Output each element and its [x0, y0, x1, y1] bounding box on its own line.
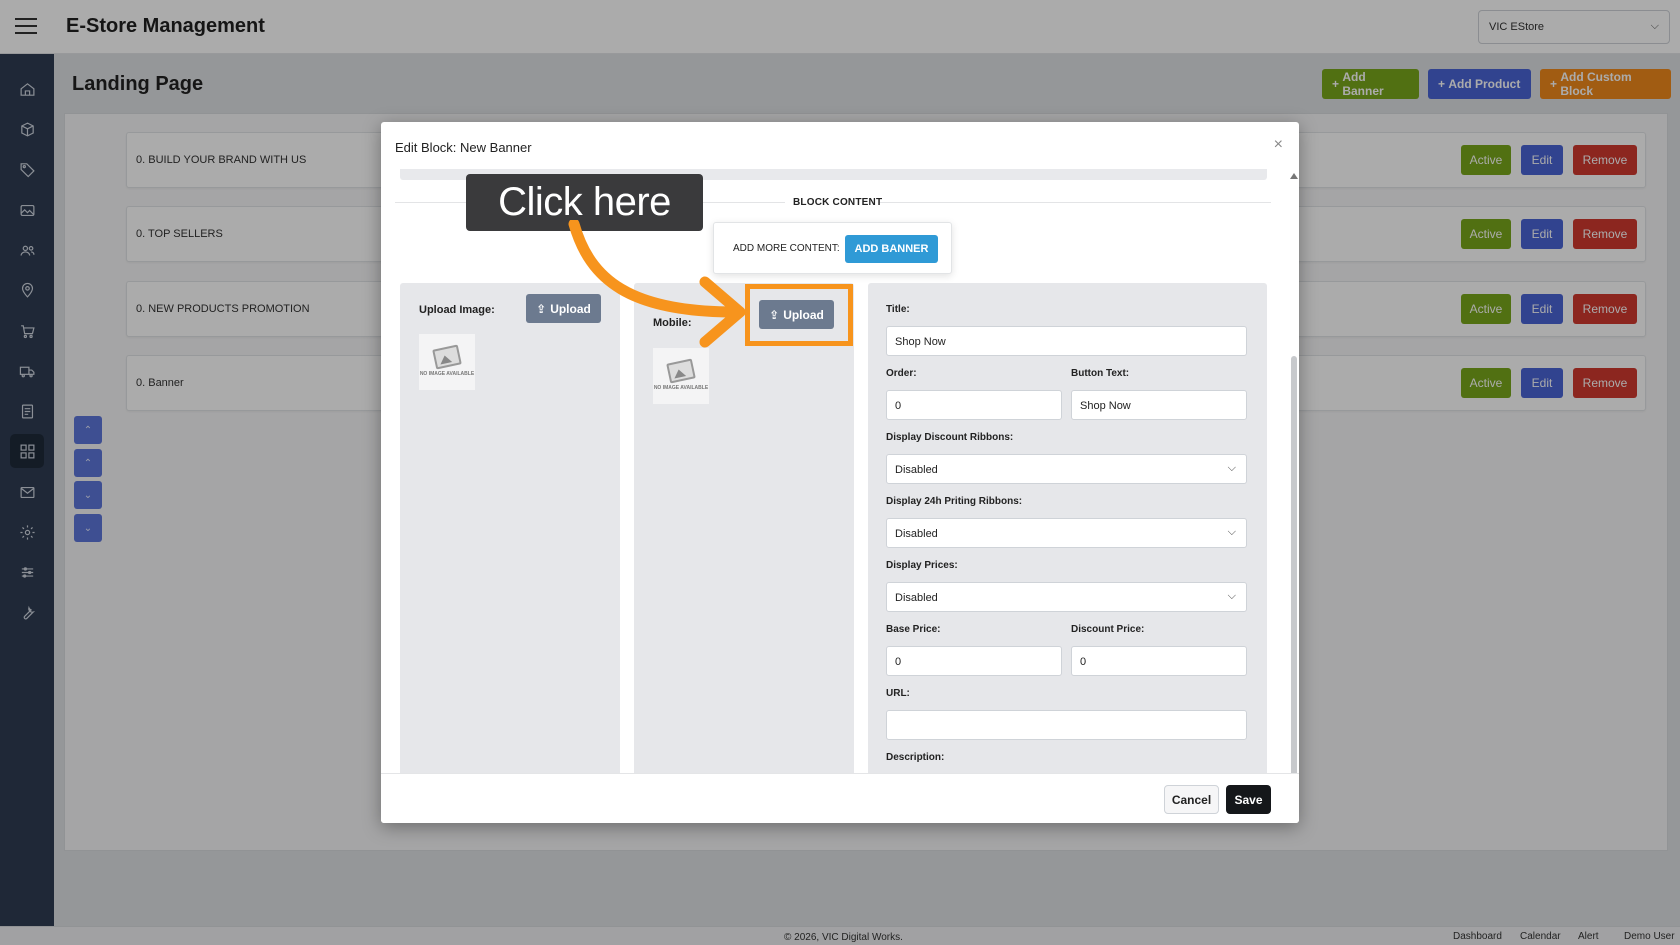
- order-input[interactable]: 0: [886, 390, 1062, 420]
- display-prices-label: Display Prices:: [886, 560, 958, 571]
- save-button[interactable]: Save: [1226, 785, 1271, 814]
- button-text-label: Button Text:: [1071, 368, 1130, 379]
- cancel-button[interactable]: Cancel: [1164, 785, 1219, 814]
- upload-image-column: Upload Image: ⇪ Upload NO IMAGE AVAILABLE: [400, 283, 620, 803]
- block-content-heading: BLOCK CONTENT: [793, 197, 883, 208]
- upload-highlight-box: [745, 284, 853, 346]
- scrollbar-thumb[interactable]: [1291, 356, 1297, 820]
- scroll-up-arrow[interactable]: [1290, 173, 1298, 179]
- no-image-placeholder: NO IMAGE AVAILABLE: [653, 348, 709, 404]
- title-input[interactable]: Shop Now: [886, 326, 1247, 356]
- discount-price-input[interactable]: 0: [1071, 646, 1247, 676]
- base-price-label: Base Price:: [886, 624, 941, 635]
- display-prices-value: Disabled: [895, 592, 938, 604]
- modal-footer: Cancel Save: [381, 773, 1299, 823]
- image-icon: [666, 358, 696, 384]
- image-icon: [432, 344, 462, 370]
- url-input[interactable]: [886, 710, 1247, 740]
- discount-ribbons-label: Display Discount Ribbons:: [886, 432, 1014, 443]
- upload-mobile-column: Mobile: ⇪ Upload NO IMAGE AVAILABLE: [634, 283, 854, 803]
- base-price-input[interactable]: 0: [886, 646, 1062, 676]
- title-label: Title:: [886, 304, 910, 315]
- no-image-text: NO IMAGE AVAILABLE: [419, 371, 475, 377]
- discount-price-label: Discount Price:: [1071, 624, 1145, 635]
- printing-ribbons-label: Display 24h Priting Ribbons:: [886, 496, 1023, 507]
- discount-ribbons-value: Disabled: [895, 464, 938, 476]
- chevron-down-icon: ⌵: [1227, 590, 1236, 602]
- printing-ribbons-select[interactable]: Disabled ⌵: [886, 518, 1247, 548]
- no-image-placeholder: NO IMAGE AVAILABLE: [419, 334, 475, 390]
- display-prices-select[interactable]: Disabled ⌵: [886, 582, 1247, 612]
- tutorial-arrow-icon: [568, 220, 746, 348]
- discount-ribbons-select[interactable]: Disabled ⌵: [886, 454, 1247, 484]
- no-image-text: NO IMAGE AVAILABLE: [653, 385, 709, 391]
- close-icon[interactable]: ×: [1274, 136, 1283, 154]
- chevron-down-icon: ⌵: [1227, 526, 1236, 538]
- url-label: URL:: [886, 688, 910, 699]
- order-label: Order:: [886, 368, 917, 379]
- button-text-input[interactable]: Shop Now: [1071, 390, 1247, 420]
- modal-title: Edit Block: New Banner: [395, 140, 532, 155]
- banner-form-column: Title: Shop Now Order: 0 Button Text: Sh…: [868, 283, 1267, 803]
- upload-icon: ⇪: [536, 301, 547, 316]
- upload-image-label: Upload Image:: [419, 304, 495, 316]
- chevron-down-icon: ⌵: [1227, 462, 1236, 474]
- add-banner-content-button[interactable]: ADD BANNER: [845, 235, 938, 263]
- printing-ribbons-value: Disabled: [895, 528, 938, 540]
- divider: [880, 202, 1271, 203]
- description-label: Description:: [886, 752, 945, 763]
